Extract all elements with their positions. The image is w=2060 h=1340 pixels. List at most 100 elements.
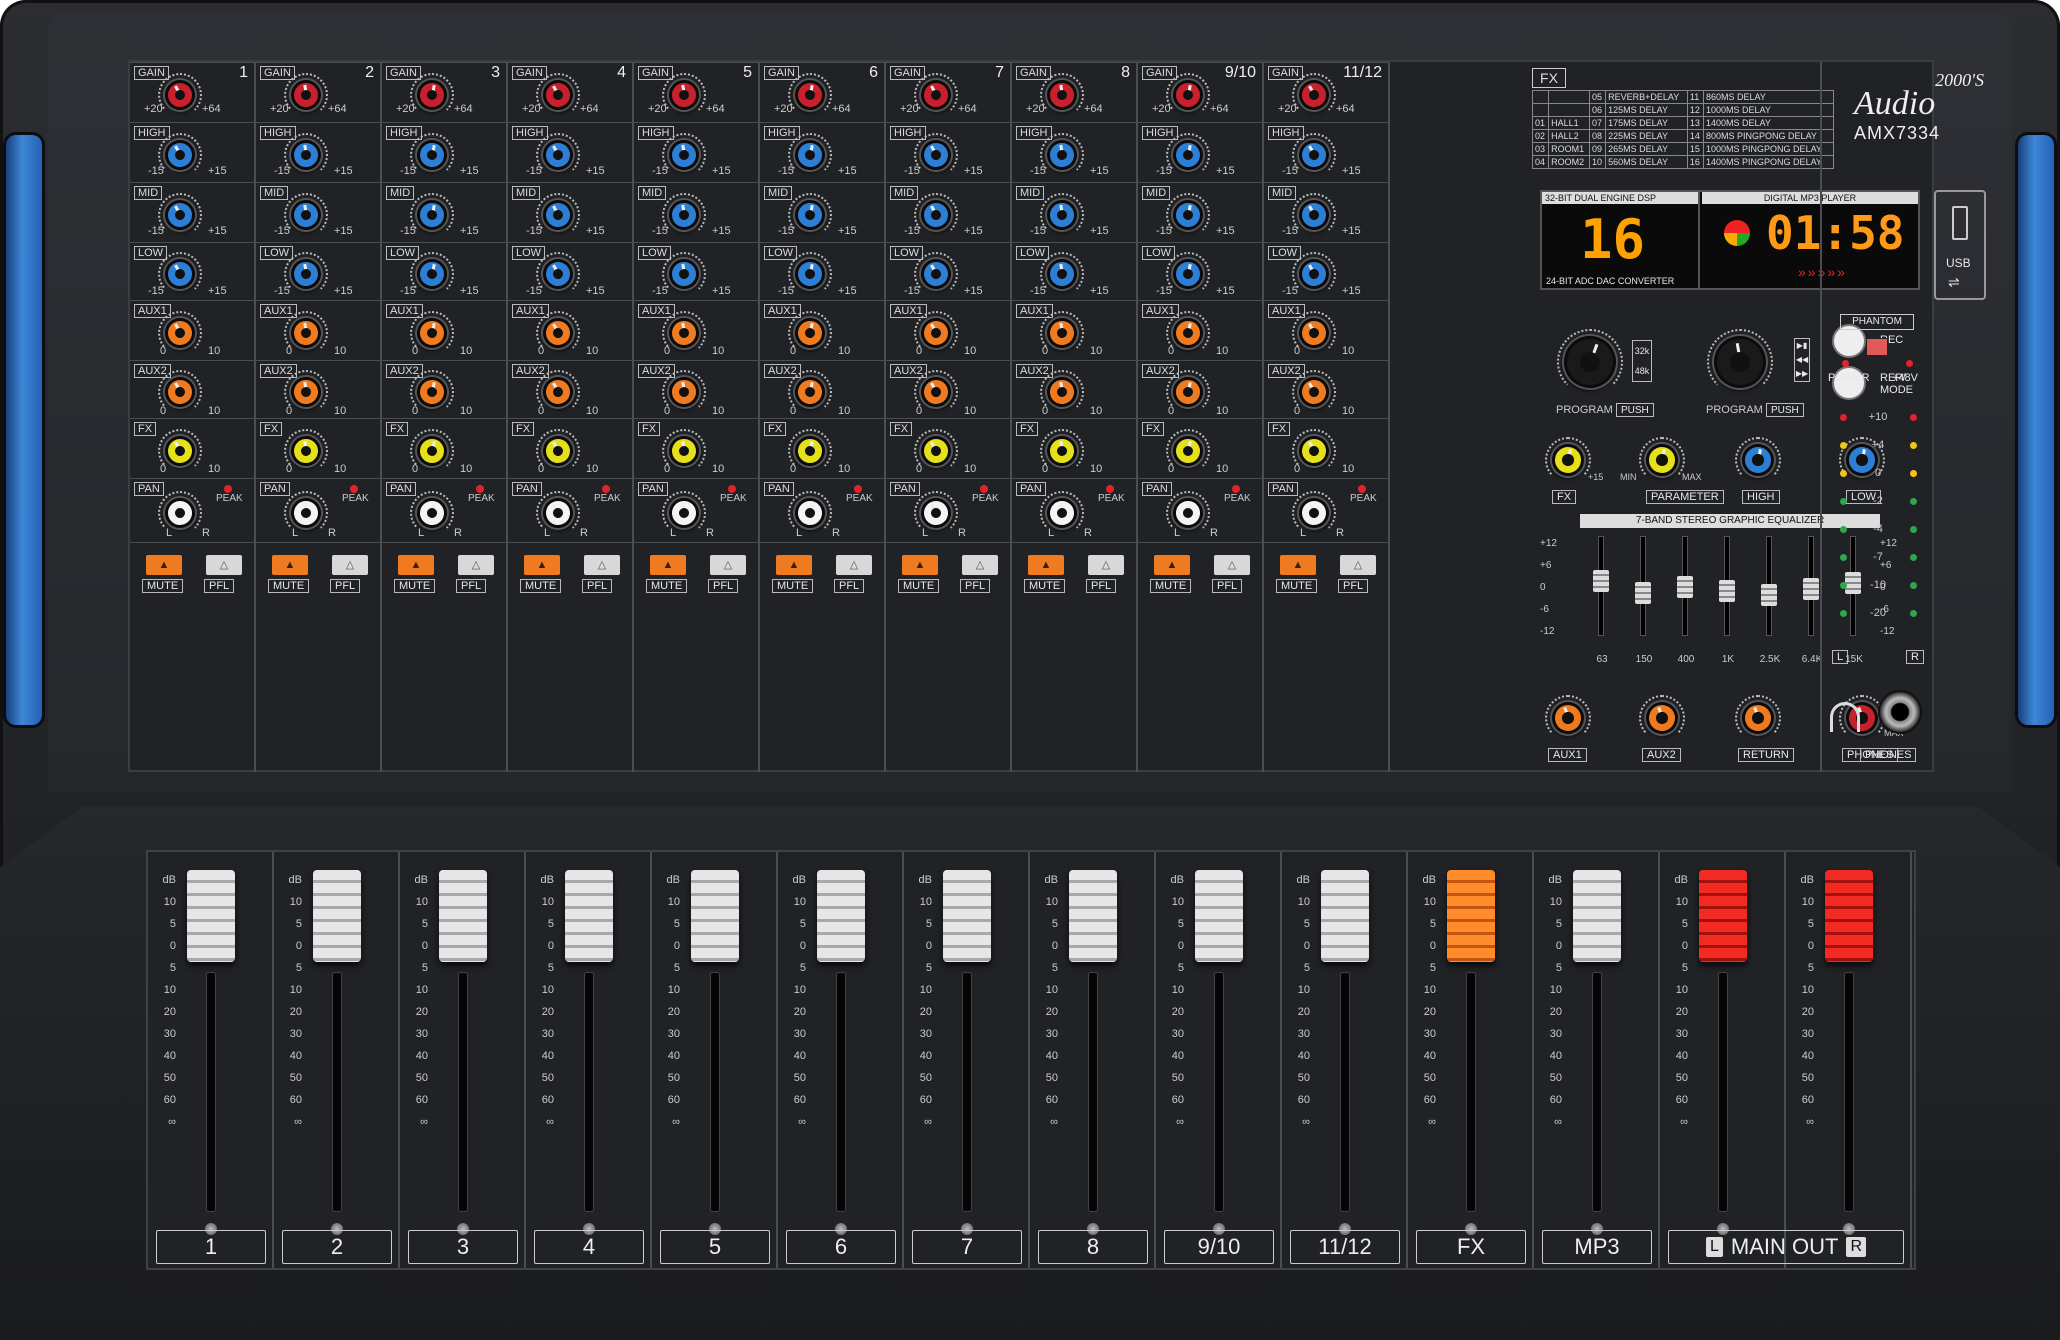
section-aux1: AUX1 0 10: [508, 300, 632, 360]
phones-jack-label: PHONES: [1860, 748, 1917, 762]
pfl-button[interactable]: △: [458, 555, 494, 575]
fx-return-knob-label: FX: [1552, 490, 1577, 504]
geq-slider-cap[interactable]: [1803, 577, 1819, 600]
geq-slider-cap[interactable]: [1719, 579, 1735, 602]
fader-cap[interactable]: [565, 870, 613, 962]
fader-cap[interactable]: [187, 870, 235, 962]
geq-band-slider[interactable]: [1677, 536, 1693, 636]
section-mid: MID -15 +15: [508, 182, 632, 242]
label-fx: FX: [386, 422, 409, 436]
fx-table-row: 02 HALL2 08 225MS DELAY 14 800MS PINGPONG DEL…: [1531, 129, 1834, 143]
send-max-label: 10: [586, 405, 599, 417]
fader-cap[interactable]: [1195, 870, 1243, 962]
geq-slider-cap[interactable]: [1677, 576, 1693, 598]
label-pan: PAN: [1268, 482, 1298, 496]
pfl-label: PFL: [1086, 579, 1117, 593]
peak-led: [350, 485, 358, 493]
label-gain: GAIN: [512, 66, 547, 80]
mute-button[interactable]: ▲: [902, 555, 938, 575]
send-max-label: 10: [460, 345, 473, 357]
eq-max-label: +15: [838, 285, 857, 297]
mute-button[interactable]: ▲: [398, 555, 434, 575]
fader-scale-label: 30: [1675, 1028, 1688, 1040]
geq-band-slider[interactable]: [1635, 536, 1651, 636]
pfl-button[interactable]: △: [332, 555, 368, 575]
section-buttons: ▲ △ MUTE PFL: [508, 542, 632, 612]
gain-min-label: +20: [522, 103, 541, 115]
fader-cap[interactable]: [1447, 870, 1495, 962]
peak-led: [854, 485, 862, 493]
mute-button[interactable]: ▲: [524, 555, 560, 575]
mute-button[interactable]: ▲: [146, 555, 182, 575]
geq-slider-cap[interactable]: [1761, 583, 1777, 606]
fader-scale-label: ∞: [1050, 1116, 1058, 1128]
knob-pointer: [1307, 85, 1315, 95]
pfl-button[interactable]: △: [1340, 555, 1376, 575]
meter-led-left: [1840, 554, 1847, 561]
knob-pointer: [173, 503, 181, 513]
send-max-label: 10: [712, 405, 725, 417]
fader-cap[interactable]: [439, 870, 487, 962]
mute-label: MUTE: [1276, 579, 1318, 593]
pfl-button[interactable]: △: [962, 555, 998, 575]
pan-left-label: L: [670, 527, 677, 539]
fader-slot: [584, 972, 594, 1212]
section-fx: FX 0 10: [130, 418, 254, 478]
geq-band-slider[interactable]: [1593, 536, 1609, 636]
knob-pointer: [1058, 381, 1064, 391]
phantom-switch[interactable]: [1866, 338, 1888, 356]
send-min-label: 0: [1042, 463, 1049, 475]
geq-band-slider[interactable]: [1719, 536, 1735, 636]
geq-band-label: 1K: [1721, 654, 1735, 665]
mute-button[interactable]: ▲: [650, 555, 686, 575]
fader-scale-label: 10: [415, 984, 428, 996]
mute-button[interactable]: ▲: [1154, 555, 1190, 575]
pfl-button[interactable]: △: [710, 555, 746, 575]
fx-table-cell: 08: [1588, 129, 1607, 143]
pfl-button[interactable]: △: [1214, 555, 1250, 575]
fader-cap[interactable]: [817, 870, 865, 962]
fader-cap[interactable]: [1321, 870, 1369, 962]
fader-cap[interactable]: [1825, 870, 1873, 962]
fader-cap[interactable]: [1573, 870, 1621, 962]
section-mid: MID -15 +15: [886, 182, 1010, 242]
mute-button[interactable]: ▲: [776, 555, 812, 575]
geq-band-slider[interactable]: [1761, 536, 1777, 636]
fader-scale-label: 20: [1801, 1006, 1814, 1018]
eq-min-label: -15: [904, 285, 920, 297]
pfl-button[interactable]: △: [1088, 555, 1124, 575]
mute-button[interactable]: ▲: [1028, 555, 1064, 575]
eq-max-label: +15: [1090, 165, 1109, 177]
geq-slider-cap[interactable]: [1593, 569, 1609, 592]
pfl-button[interactable]: △: [206, 555, 242, 575]
eq-min-label: -15: [1030, 225, 1046, 237]
fader-label: 11/12: [1290, 1230, 1400, 1264]
geq-band-slider[interactable]: [1803, 536, 1819, 636]
section-pan: PAN PEAK L R: [1138, 478, 1262, 542]
section-gain: GAIN 5 +20 +64: [634, 62, 758, 122]
fader-cap[interactable]: [943, 870, 991, 962]
fader-cap[interactable]: [691, 870, 739, 962]
pfl-button[interactable]: △: [584, 555, 620, 575]
peak-label: PEAK: [972, 493, 999, 504]
mute-button[interactable]: ▲: [1280, 555, 1316, 575]
eq-min-label: -15: [652, 165, 668, 177]
phones-jack[interactable]: [1878, 690, 1922, 734]
fader-cap[interactable]: [1699, 870, 1747, 962]
mute-button[interactable]: ▲: [272, 555, 308, 575]
fader-cap[interactable]: [313, 870, 361, 962]
fader-scale-label: 30: [1297, 1028, 1310, 1040]
send-min-label: 0: [412, 345, 419, 357]
eq-max-label: +15: [712, 225, 731, 237]
send-max-label: 10: [208, 463, 221, 475]
fx-table-cell: 560MS DELAY: [1605, 155, 1688, 169]
channel-strip: GAIN 8 +20 +64 HIGH -15 +15 MID -15 +15 LOW -15 +15 A…: [1012, 62, 1138, 772]
geq-slider-cap[interactable]: [1635, 582, 1651, 605]
fader-scale-label: 10: [1045, 896, 1058, 908]
eq-min-label: -15: [652, 285, 668, 297]
pfl-button[interactable]: △: [836, 555, 872, 575]
fader-cap[interactable]: [1069, 870, 1117, 962]
label-low: LOW: [764, 246, 798, 260]
knob-pointer: [1058, 322, 1064, 332]
usb-port[interactable]: USB ⇌: [1934, 190, 1986, 300]
